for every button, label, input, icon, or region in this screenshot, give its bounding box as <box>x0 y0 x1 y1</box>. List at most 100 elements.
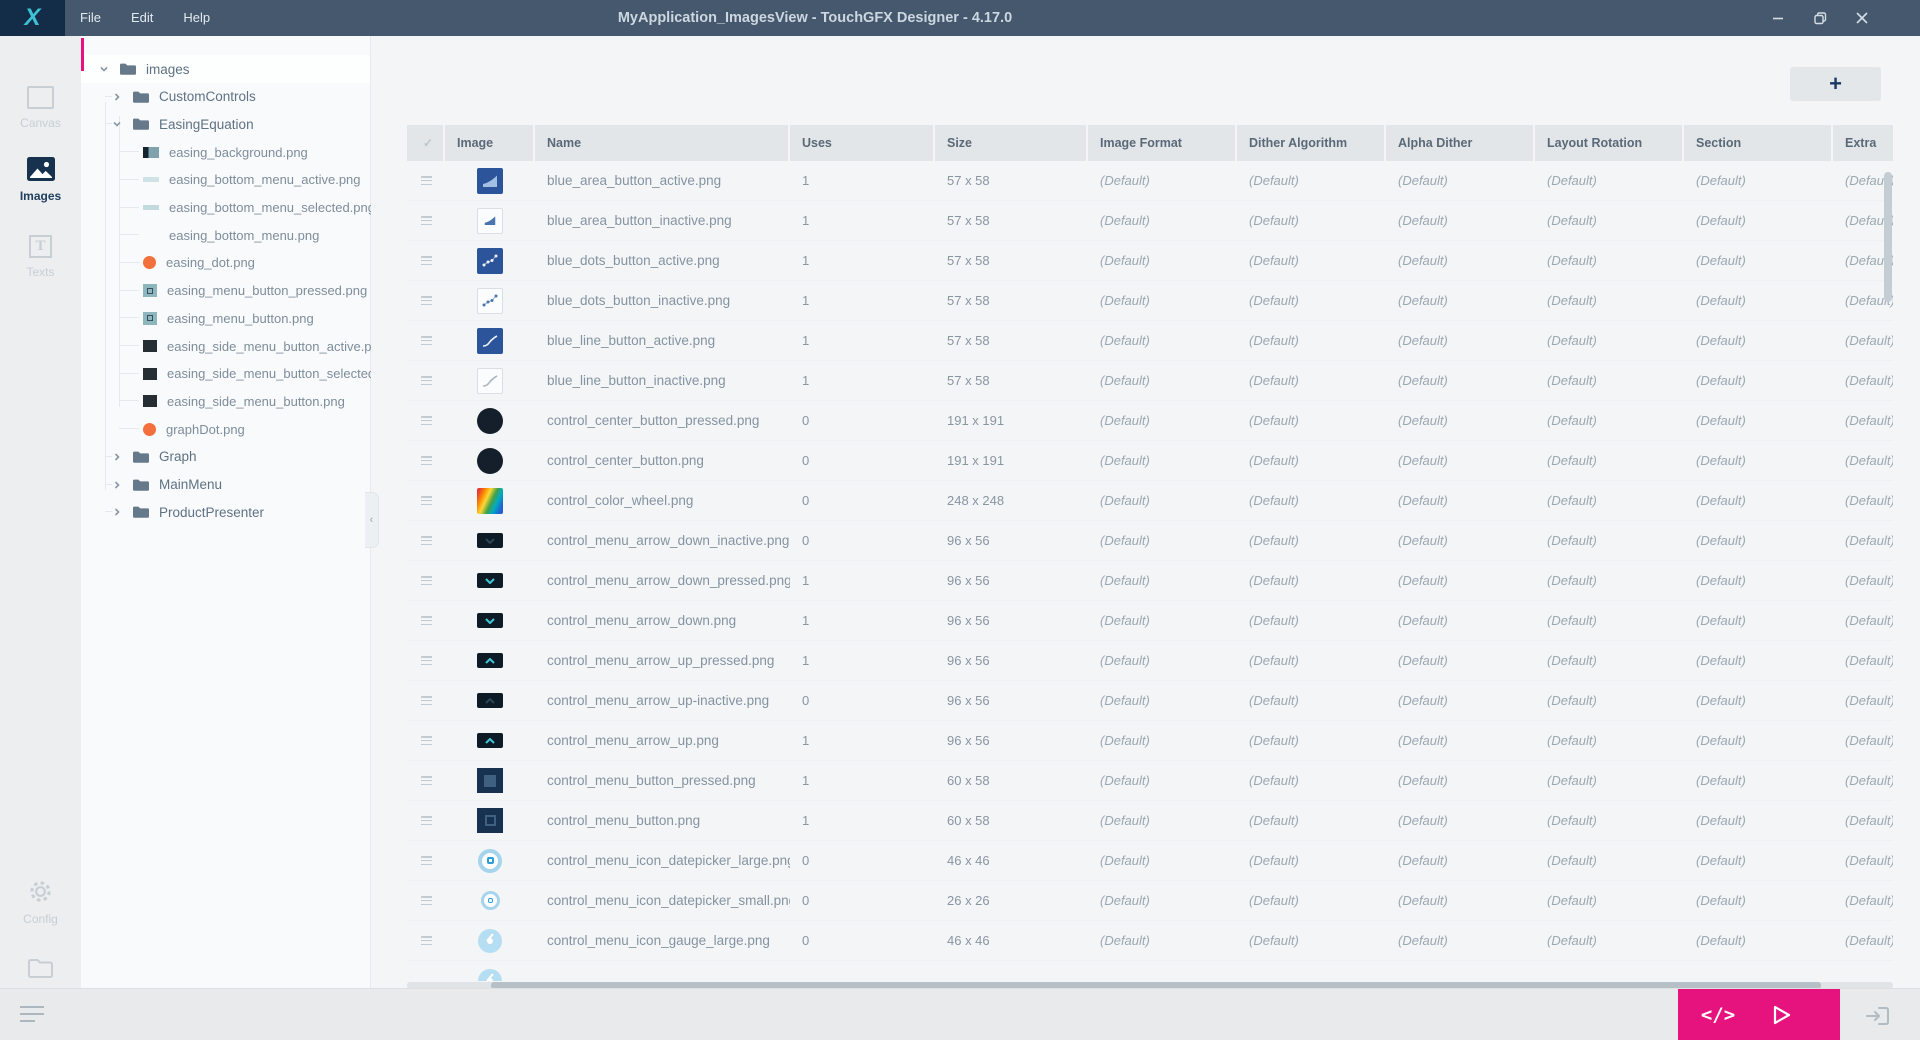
table-row[interactable]: control_menu_arrow_up-inactive.png096 x … <box>407 681 1893 721</box>
image-setting-default[interactable]: (Default) <box>1684 573 1833 588</box>
image-setting-default[interactable]: (Default) <box>1833 373 1893 388</box>
tree-item-easing_menu_button_pressed[interactable]: easing_menu_button_pressed.png <box>81 277 370 305</box>
table-row[interactable]: control_menu_icon_datepicker_large.png04… <box>407 841 1893 881</box>
image-setting-default[interactable]: (Default) <box>1088 893 1237 908</box>
image-setting-default[interactable]: (Default) <box>1088 613 1237 628</box>
image-setting-default[interactable]: (Default) <box>1386 213 1535 228</box>
close-button[interactable] <box>1850 6 1874 30</box>
table-row[interactable]: control_menu_arrow_up.png196 x 56(Defaul… <box>407 721 1893 761</box>
chevron-right-icon[interactable] <box>114 453 120 461</box>
image-setting-default[interactable]: (Default) <box>1535 573 1684 588</box>
hamburger-menu-icon[interactable] <box>20 1006 46 1022</box>
image-setting-default[interactable]: (Default) <box>1684 813 1833 828</box>
tree-item-productpresenter[interactable]: ProductPresenter <box>81 498 370 526</box>
image-setting-default[interactable]: (Default) <box>1237 933 1386 948</box>
image-setting-default[interactable]: (Default) <box>1088 533 1237 548</box>
drag-handle-icon[interactable] <box>421 376 432 385</box>
drag-handle-icon[interactable] <box>421 296 432 305</box>
drag-handle-icon[interactable] <box>421 216 432 225</box>
image-setting-default[interactable]: (Default) <box>1833 533 1893 548</box>
image-setting-default[interactable]: (Default) <box>1535 173 1684 188</box>
image-setting-default[interactable]: (Default) <box>1684 933 1833 948</box>
image-setting-default[interactable]: (Default) <box>1684 373 1833 388</box>
image-setting-default[interactable]: (Default) <box>1535 373 1684 388</box>
drag-handle-icon[interactable] <box>421 496 432 505</box>
chevron-right-icon[interactable] <box>114 93 120 101</box>
table-row[interactable] <box>407 961 1893 981</box>
table-row[interactable]: control_menu_icon_datepicker_small.png02… <box>407 881 1893 921</box>
import-button[interactable] <box>1856 997 1900 1035</box>
image-setting-default[interactable]: (Default) <box>1684 253 1833 268</box>
tree-item-images[interactable]: images <box>81 55 370 83</box>
drag-handle-icon[interactable] <box>421 416 432 425</box>
table-row[interactable]: control_menu_arrow_down.png196 x 56(Defa… <box>407 601 1893 641</box>
image-setting-default[interactable]: (Default) <box>1237 253 1386 268</box>
run-simulator-button[interactable] <box>1750 989 1814 1040</box>
image-setting-default[interactable]: (Default) <box>1684 213 1833 228</box>
tree-item-easing_menu_button[interactable]: easing_menu_button.png <box>81 304 370 332</box>
table-row[interactable]: blue_dots_button_inactive.png157 x 58(De… <box>407 281 1893 321</box>
select-all-header[interactable]: ✓ <box>407 125 445 161</box>
column-header-layout-rotation[interactable]: Layout Rotation <box>1535 125 1684 161</box>
table-row[interactable]: control_menu_button.png160 x 58(Default)… <box>407 801 1893 841</box>
image-setting-default[interactable]: (Default) <box>1386 333 1535 348</box>
image-setting-default[interactable]: (Default) <box>1386 613 1535 628</box>
image-setting-default[interactable]: (Default) <box>1386 653 1535 668</box>
image-setting-default[interactable]: (Default) <box>1088 333 1237 348</box>
drag-handle-icon[interactable] <box>421 256 432 265</box>
table-row[interactable]: control_menu_button_pressed.png160 x 58(… <box>407 761 1893 801</box>
drag-handle-icon[interactable] <box>421 536 432 545</box>
image-setting-default[interactable]: (Default) <box>1088 933 1237 948</box>
add-image-button[interactable]: + <box>1790 67 1881 101</box>
image-setting-default[interactable]: (Default) <box>1237 333 1386 348</box>
image-setting-default[interactable]: (Default) <box>1088 693 1237 708</box>
image-setting-default[interactable]: (Default) <box>1088 653 1237 668</box>
image-setting-default[interactable]: (Default) <box>1833 893 1893 908</box>
drag-handle-icon[interactable] <box>421 896 432 905</box>
tree-item-easingequation[interactable]: EasingEquation <box>81 110 370 138</box>
sidebar-item-images[interactable]: Images <box>0 156 81 203</box>
image-setting-default[interactable]: (Default) <box>1684 293 1833 308</box>
image-setting-default[interactable]: (Default) <box>1237 613 1386 628</box>
image-setting-default[interactable]: (Default) <box>1386 893 1535 908</box>
image-setting-default[interactable]: (Default) <box>1833 733 1893 748</box>
vertical-scrollbar[interactable] <box>1884 172 1892 302</box>
column-header-extra[interactable]: Extra <box>1833 125 1893 161</box>
image-setting-default[interactable]: (Default) <box>1237 493 1386 508</box>
tree-item-graph[interactable]: Graph <box>81 443 370 471</box>
image-setting-default[interactable]: (Default) <box>1535 693 1684 708</box>
image-setting-default[interactable]: (Default) <box>1088 173 1237 188</box>
image-setting-default[interactable]: (Default) <box>1684 733 1833 748</box>
image-setting-default[interactable]: (Default) <box>1088 373 1237 388</box>
image-setting-default[interactable]: (Default) <box>1684 493 1833 508</box>
sidebar-item-config[interactable]: Config <box>0 878 81 926</box>
image-setting-default[interactable]: (Default) <box>1386 853 1535 868</box>
table-row[interactable]: blue_line_button_inactive.png157 x 58(De… <box>407 361 1893 401</box>
image-setting-default[interactable]: (Default) <box>1684 853 1833 868</box>
column-header-dither-algorithm[interactable]: Dither Algorithm <box>1237 125 1386 161</box>
image-setting-default[interactable]: (Default) <box>1684 533 1833 548</box>
restore-button[interactable] <box>1808 6 1832 30</box>
table-row[interactable]: blue_dots_button_active.png157 x 58(Defa… <box>407 241 1893 281</box>
image-setting-default[interactable]: (Default) <box>1237 293 1386 308</box>
image-setting-default[interactable]: (Default) <box>1833 773 1893 788</box>
image-setting-default[interactable]: (Default) <box>1535 613 1684 628</box>
image-setting-default[interactable]: (Default) <box>1535 413 1684 428</box>
image-setting-default[interactable]: (Default) <box>1684 893 1833 908</box>
sidebar-item-texts[interactable]: TTexts <box>0 235 81 279</box>
image-setting-default[interactable]: (Default) <box>1386 413 1535 428</box>
table-row[interactable]: control_center_button_pressed.png0191 x … <box>407 401 1893 441</box>
image-setting-default[interactable]: (Default) <box>1386 813 1535 828</box>
image-setting-default[interactable]: (Default) <box>1237 173 1386 188</box>
image-setting-default[interactable]: (Default) <box>1684 173 1833 188</box>
image-setting-default[interactable]: (Default) <box>1237 733 1386 748</box>
table-row[interactable]: blue_line_button_active.png157 x 58(Defa… <box>407 321 1893 361</box>
tree-item-graphdot[interactable]: graphDot.png <box>81 415 370 443</box>
image-setting-default[interactable]: (Default) <box>1535 733 1684 748</box>
image-setting-default[interactable]: (Default) <box>1088 813 1237 828</box>
column-header-section[interactable]: Section <box>1684 125 1833 161</box>
table-row[interactable]: blue_area_button_active.png157 x 58(Defa… <box>407 161 1893 201</box>
image-setting-default[interactable]: (Default) <box>1535 773 1684 788</box>
image-setting-default[interactable]: (Default) <box>1088 573 1237 588</box>
image-setting-default[interactable]: (Default) <box>1386 693 1535 708</box>
